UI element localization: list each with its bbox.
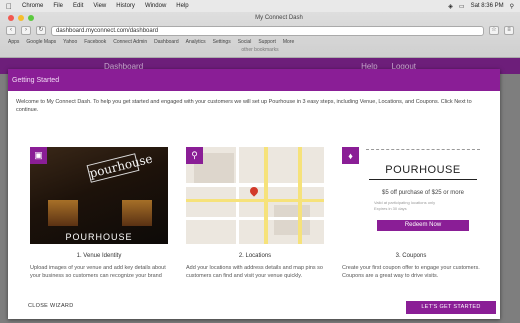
image-icon: ▣ [30, 147, 47, 164]
bookmark-item[interactable]: Social [238, 39, 252, 45]
step-card-venue[interactable]: ▣ pourhouse POURHOUSE 1. Venue Identity … [30, 147, 168, 280]
coupon-brand: POURHOUSE [385, 164, 461, 176]
wifi-icon[interactable]: ◈ [448, 3, 453, 10]
back-button[interactable]: ‹ [6, 26, 16, 35]
reload-button[interactable]: ↻ [36, 26, 46, 35]
address-bar[interactable]: dashboard.myconnect.com/dashboard [51, 25, 484, 36]
step-caption: 3. Coupons [395, 253, 427, 259]
bookmarks-overflow[interactable]: other bookmarks [0, 47, 520, 56]
modal-title: Getting Started [12, 76, 60, 84]
step-card-locations[interactable]: ⚲ 2. Locations Add your locations with a… [186, 147, 324, 280]
minimize-window-icon[interactable] [18, 15, 24, 21]
modal-header: Getting Started [8, 69, 500, 91]
forward-button[interactable]: › [21, 26, 31, 35]
map-highway [298, 147, 302, 244]
apple-icon[interactable]:  [6, 2, 12, 11]
step-caption: 2. Locations [238, 253, 272, 259]
venue-photo: ▣ pourhouse POURHOUSE [30, 147, 168, 244]
step-description: Create your first coupon offer to engage… [342, 265, 480, 279]
clock-text[interactable]: Sat 8:36 PM [471, 3, 504, 10]
bookmark-item[interactable]: More [283, 39, 294, 45]
coupon-divider [369, 179, 477, 180]
menu-edit[interactable]: Edit [73, 3, 83, 9]
close-window-icon[interactable] [8, 15, 14, 21]
window-light [48, 200, 78, 226]
menu-view[interactable]: View [93, 3, 106, 9]
redeem-now-button[interactable]: Redeem Now [377, 220, 469, 231]
step-caption: 1. Venue Identity [76, 253, 122, 259]
bookmark-item[interactable]: Facebook [84, 39, 106, 45]
location-pin-icon: ⚲ [186, 147, 203, 164]
coupon-preview: ♦ POURHOUSE $5 off purchase of $25 or mo… [342, 147, 480, 244]
step-description: Add your locations with address details … [186, 265, 323, 279]
map-road [186, 217, 324, 220]
bookmark-item[interactable]: Yahoo [63, 39, 77, 45]
coupon: POURHOUSE $5 off purchase of $25 or more… [366, 149, 480, 231]
window-light [122, 200, 152, 226]
bookmark-item[interactable]: Settings [213, 39, 231, 45]
map-highway [264, 147, 268, 244]
bookmarks-bar: Apps Google Maps Yahoo Facebook Connect … [0, 37, 520, 47]
map-highway [186, 199, 324, 202]
maximize-window-icon[interactable] [28, 15, 34, 21]
menu-help[interactable]: Help [176, 3, 188, 9]
getting-started-modal: Getting Started Welcome to My Connect Da… [8, 69, 500, 319]
menu-file[interactable]: File [53, 3, 63, 9]
step-card-coupons[interactable]: ♦ POURHOUSE $5 off purchase of $25 or mo… [342, 147, 480, 280]
wizard-steps: ▣ pourhouse POURHOUSE 1. Venue Identity … [30, 147, 480, 282]
bookmark-item[interactable]: Apps [8, 39, 19, 45]
menu-history[interactable]: History [116, 3, 135, 9]
coupon-fine-print: Expires in 30 days [374, 206, 407, 211]
spotlight-search-icon[interactable]: ⚲ [510, 3, 514, 10]
browser-chrome: My Connect Dash ‹ › ↻ dashboard.myconnec… [0, 12, 520, 58]
mac-menu-bar:  Chrome File Edit View History Window H… [0, 0, 520, 12]
pub-name-sign: POURHOUSE [65, 232, 133, 242]
map-marker-icon [248, 185, 260, 197]
tab-title[interactable]: My Connect Dash [38, 15, 520, 21]
map-road [236, 147, 239, 244]
bookmark-item[interactable]: Dashboard [154, 39, 178, 45]
pub-sign: pourhouse [86, 151, 154, 183]
battery-icon[interactable]: ▭ [459, 3, 465, 10]
get-started-button[interactable]: LET'S GET STARTED [406, 301, 496, 314]
coupon-offer: $5 off purchase of $25 or more [382, 190, 464, 196]
bookmark-item[interactable]: Support [258, 39, 276, 45]
close-wizard-button[interactable]: CLOSE WIZARD [28, 303, 73, 309]
tag-icon: ♦ [342, 147, 359, 164]
bookmark-item[interactable]: Connect Admin [113, 39, 147, 45]
bookmark-star-icon[interactable]: ☆ [489, 26, 499, 35]
map-block [274, 205, 310, 235]
modal-intro-text: Welcome to My Connect Dash. To help you … [16, 99, 472, 113]
bookmark-item[interactable]: Analytics [186, 39, 206, 45]
step-description: Upload images of your venue and add key … [30, 265, 166, 279]
location-map: ⚲ [186, 147, 324, 244]
bookmark-item[interactable]: Google Maps [26, 39, 56, 45]
menu-chrome[interactable]: Chrome [22, 3, 43, 9]
browser-menu-icon[interactable]: ≡ [504, 26, 514, 35]
menu-window[interactable]: Window [145, 3, 166, 9]
